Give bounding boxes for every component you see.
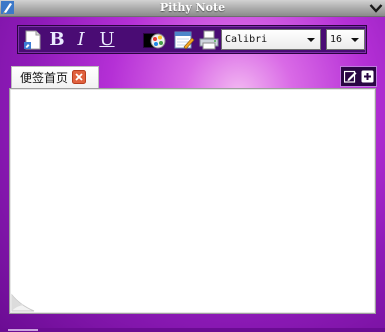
calendar-edit-icon[interactable] — [173, 29, 195, 51]
font-family-value: Calibri — [225, 34, 268, 45]
note-editor[interactable] — [9, 88, 376, 314]
tab-tools — [340, 66, 377, 87]
bold-button[interactable]: B — [46, 28, 68, 52]
close-icon[interactable] — [72, 70, 86, 84]
window-title: Pithy Note — [159, 1, 226, 14]
paint-bucket-icon[interactable] — [147, 29, 169, 51]
title-bar: Pithy Note — [0, 0, 385, 17]
footer-strip — [0, 328, 385, 332]
formatting-toolbar: B I U Calibri 16 — [17, 25, 367, 54]
tab-home-note[interactable]: 便签首页 — [11, 66, 99, 89]
edit-icon[interactable] — [344, 70, 357, 83]
printer-icon[interactable] — [198, 29, 220, 51]
chevron-down-icon — [307, 38, 315, 42]
underline-button[interactable]: U — [96, 28, 118, 52]
page-curl-icon — [11, 293, 35, 312]
new-note-icon[interactable] — [22, 29, 44, 51]
font-size-select[interactable]: 16 — [326, 29, 365, 50]
font-family-select[interactable]: Calibri — [221, 29, 321, 50]
chevron-down-icon[interactable] — [369, 1, 383, 15]
add-icon[interactable] — [361, 70, 374, 83]
font-size-value: 16 — [330, 34, 343, 45]
italic-button[interactable]: I — [70, 28, 92, 52]
footer-divider — [8, 329, 38, 331]
tab-label: 便签首页 — [20, 71, 69, 85]
chevron-down-icon — [351, 38, 359, 42]
